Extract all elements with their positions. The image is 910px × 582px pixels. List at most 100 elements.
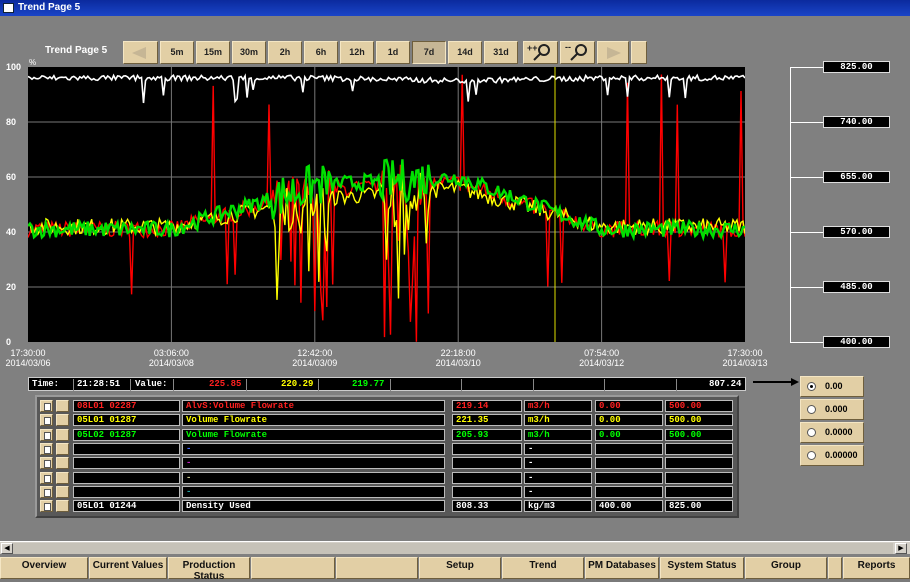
- tag-tag-cell[interactable]: [73, 485, 180, 498]
- scroll-right-icon[interactable]: ▶: [895, 543, 907, 554]
- tag-unit-cell[interactable]: kg/m3: [524, 500, 592, 513]
- trend-plot[interactable]: [28, 67, 745, 342]
- range-6h-button[interactable]: 6h: [304, 41, 338, 64]
- tag-unit-cell[interactable]: -: [524, 442, 592, 455]
- tag-max-cell[interactable]: [665, 471, 733, 484]
- tag-max-cell[interactable]: 500.00: [665, 428, 733, 441]
- range-5m-button[interactable]: 5m: [160, 41, 194, 64]
- tag-color-button[interactable]: [56, 485, 69, 498]
- app-icon: [3, 3, 14, 13]
- range-7d-button[interactable]: 7d: [412, 41, 446, 64]
- tag-desc-cell[interactable]: Volume Flowrate: [182, 428, 445, 441]
- tag-max-cell[interactable]: 825.00: [665, 500, 733, 513]
- zoom-out-button[interactable]: --: [560, 41, 595, 64]
- radio-icon[interactable]: [807, 405, 816, 414]
- format-option[interactable]: 0.0000: [800, 422, 864, 443]
- scale-value[interactable]: 400.00: [823, 336, 890, 348]
- horizontal-scrollbar[interactable]: ◀ ▶: [0, 541, 910, 554]
- tag-tag-cell[interactable]: [73, 457, 180, 470]
- tag-min-cell[interactable]: [595, 457, 663, 470]
- scale-value[interactable]: 485.00: [823, 281, 890, 293]
- tag-value-cell[interactable]: [452, 457, 522, 470]
- format-option[interactable]: 0.00000: [800, 445, 864, 466]
- tag-unit-cell[interactable]: -: [524, 471, 592, 484]
- tag-unit-cell[interactable]: m3/h: [524, 428, 592, 441]
- scale-value[interactable]: 740.00: [823, 116, 890, 128]
- range-31d-button[interactable]: 31d: [484, 41, 518, 64]
- tag-max-cell[interactable]: 500.00: [665, 400, 733, 412]
- tag-select-button[interactable]: [40, 457, 53, 470]
- tag-color-button[interactable]: [56, 442, 69, 455]
- tag-select-button[interactable]: [40, 471, 53, 484]
- tag-value-cell[interactable]: 219.14: [452, 400, 522, 412]
- tag-min-cell[interactable]: 0.00: [595, 400, 663, 412]
- tag-unit-cell[interactable]: m3/h: [524, 414, 592, 427]
- radio-icon[interactable]: [807, 382, 816, 391]
- end-button[interactable]: [631, 41, 647, 64]
- tag-select-button[interactable]: [40, 414, 53, 427]
- tag-min-cell[interactable]: 0.00: [595, 428, 663, 441]
- tag-tag-cell[interactable]: 05L01 01287: [73, 414, 180, 427]
- tag-desc-cell[interactable]: -: [182, 457, 445, 470]
- arrow-right-icon: [753, 378, 799, 386]
- tag-value-cell[interactable]: [452, 471, 522, 484]
- tag-tag-cell[interactable]: [73, 471, 180, 484]
- tag-min-cell[interactable]: [595, 442, 663, 455]
- tag-desc-cell[interactable]: Volume Flowrate: [182, 414, 445, 427]
- tag-max-cell[interactable]: [665, 457, 733, 470]
- range-15m-button[interactable]: 15m: [196, 41, 230, 64]
- format-option[interactable]: 0.000: [800, 399, 864, 420]
- tag-color-button[interactable]: [56, 471, 69, 484]
- tag-select-button[interactable]: [40, 428, 53, 441]
- range-2h-button[interactable]: 2h: [268, 41, 302, 64]
- tag-value-cell[interactable]: [452, 485, 522, 498]
- tag-desc-cell[interactable]: AlvS:Volume Flowrate: [182, 400, 445, 412]
- tag-tag-cell[interactable]: 08L01 02287: [73, 400, 180, 412]
- tag-select-button[interactable]: [40, 485, 53, 498]
- scale-value[interactable]: 570.00: [823, 226, 890, 238]
- tag-select-button[interactable]: [40, 442, 53, 455]
- tag-color-button[interactable]: [56, 414, 69, 427]
- tag-select-button[interactable]: [40, 400, 53, 412]
- tag-value-cell[interactable]: 205.93: [452, 428, 522, 441]
- tag-max-cell[interactable]: [665, 442, 733, 455]
- tag-min-cell[interactable]: [595, 485, 663, 498]
- scale-value[interactable]: 825.00: [823, 61, 890, 73]
- tag-unit-cell[interactable]: m3/h: [524, 400, 592, 412]
- range-1d-button[interactable]: 1d: [376, 41, 410, 64]
- scale-value[interactable]: 655.00: [823, 171, 890, 183]
- zoom-in-button[interactable]: ++: [523, 41, 558, 64]
- range-30m-button[interactable]: 30m: [232, 41, 266, 64]
- tag-color-button[interactable]: [56, 428, 69, 441]
- right-scale-axis: [790, 67, 791, 342]
- tag-select-button[interactable]: [40, 500, 53, 513]
- tag-max-cell[interactable]: [665, 485, 733, 498]
- tag-value-cell[interactable]: 221.35: [452, 414, 522, 427]
- tag-unit-cell[interactable]: -: [524, 457, 592, 470]
- tag-min-cell[interactable]: 0.00: [595, 414, 663, 427]
- tag-color-button[interactable]: [56, 457, 69, 470]
- tag-value-cell[interactable]: 808.33: [452, 500, 522, 513]
- tag-tag-cell[interactable]: [73, 442, 180, 455]
- tag-tag-cell[interactable]: 05L01 01244: [73, 500, 180, 513]
- tag-desc-cell[interactable]: -: [182, 442, 445, 455]
- scroll-left-icon[interactable]: ◀: [1, 543, 13, 554]
- tag-tag-cell[interactable]: 05L02 01287: [73, 428, 180, 441]
- scroll-back-button[interactable]: [123, 41, 158, 64]
- range-12h-button[interactable]: 12h: [340, 41, 374, 64]
- tag-desc-cell[interactable]: -: [182, 485, 445, 498]
- tag-desc-cell[interactable]: Density Used: [182, 500, 445, 513]
- tag-min-cell[interactable]: 400.00: [595, 500, 663, 513]
- radio-icon[interactable]: [807, 428, 816, 437]
- format-option[interactable]: 0.00: [800, 376, 864, 397]
- tag-min-cell[interactable]: [595, 471, 663, 484]
- scroll-forward-button[interactable]: [597, 41, 629, 64]
- tag-unit-cell[interactable]: -: [524, 485, 592, 498]
- radio-icon[interactable]: [807, 451, 816, 460]
- tag-color-button[interactable]: [56, 400, 69, 412]
- range-14d-button[interactable]: 14d: [448, 41, 482, 64]
- tag-max-cell[interactable]: 500.00: [665, 414, 733, 427]
- tag-desc-cell[interactable]: -: [182, 471, 445, 484]
- tag-color-button[interactable]: [56, 500, 69, 513]
- tag-value-cell[interactable]: [452, 442, 522, 455]
